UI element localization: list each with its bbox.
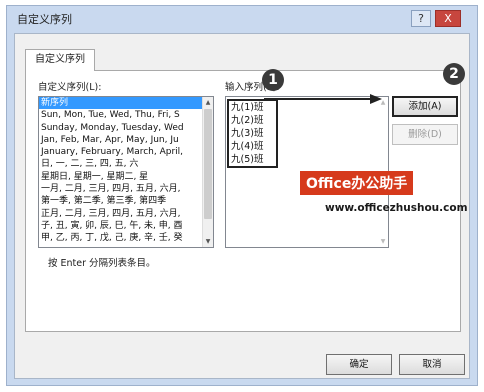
callout-badge-1: 1 — [262, 69, 284, 91]
entry-line: 九(2)班 — [231, 115, 264, 126]
ok-button[interactable]: 确定 — [326, 354, 392, 375]
add-button[interactable]: 添加(A) — [392, 96, 458, 117]
cancel-button[interactable]: 取消 — [399, 354, 465, 375]
tab-custom-lists[interactable]: 自定义序列 — [25, 49, 95, 71]
entry-line: 九(4)班 — [231, 141, 264, 152]
watermark-brand: Office办公助手 — [300, 171, 414, 195]
list-item[interactable]: 星期日, 星期一, 星期二, 星 — [39, 171, 203, 183]
arrow-right-icon — [264, 94, 382, 104]
tab-panel: 自定义序列(L): 新序列 Sun, Mon, Tue, Wed, Thu, Fr… — [25, 70, 461, 332]
list-item[interactable]: 一月, 二月, 三月, 四月, 五月, 六月, — [39, 183, 203, 195]
custom-lists-dialog: 自定义序列 ? X 自定义序列 自定义序列(L): 新序列 Sun, Mon, T… — [6, 5, 478, 386]
help-button[interactable]: ? — [411, 10, 431, 27]
list-item[interactable]: 第一季, 第二季, 第三季, 第四季 — [39, 195, 203, 207]
list-item[interactable]: 日, 一, 二, 三, 四, 五, 六 — [39, 158, 203, 170]
list-item[interactable]: Sunday, Monday, Tuesday, Wed — [39, 122, 203, 134]
entries-highlight: 九(1)班 九(2)班 九(3)班 九(4)班 九(5)班 — [227, 99, 278, 168]
list-item[interactable]: 正月, 二月, 三月, 四月, 五月, 六月, — [39, 208, 203, 220]
callout-badge-2: 2 — [443, 63, 465, 85]
title-bar: 自定义序列 ? X — [7, 6, 477, 32]
list-rows: 新序列 Sun, Mon, Tue, Wed, Thu, Fri, S Sunday… — [39, 97, 203, 245]
list-item[interactable]: 新序列 — [39, 97, 203, 110]
watermark-url: www.officezhushou.com — [325, 202, 468, 214]
list-scrollbar[interactable]: ▲ ▼ — [202, 97, 213, 247]
hint-text: 按 Enter 分隔列表条目。 — [48, 258, 156, 269]
list-item[interactable]: 甲, 乙, 丙, 丁, 戊, 己, 庚, 辛, 壬, 癸 — [39, 232, 203, 244]
custom-lists-label: 自定义序列(L): — [38, 82, 102, 93]
scroll-up-icon[interactable]: ▲ — [203, 97, 213, 108]
list-item[interactable]: January, February, March, April, — [39, 146, 203, 158]
entry-line: 九(3)班 — [231, 128, 264, 139]
close-button[interactable]: X — [435, 10, 461, 27]
scroll-down-icon[interactable]: ▼ — [203, 236, 213, 247]
list-item[interactable]: Jan, Feb, Mar, Apr, May, Jun, Ju — [39, 134, 203, 146]
entry-line: 九(5)班 — [231, 154, 264, 165]
list-item[interactable]: Sun, Mon, Tue, Wed, Thu, Fri, S — [39, 109, 203, 121]
delete-button[interactable]: 删除(D) — [392, 124, 458, 145]
entries-scroll-down-icon: ▼ — [380, 238, 386, 245]
custom-lists-listbox[interactable]: 新序列 Sun, Mon, Tue, Wed, Thu, Fri, S Sunday… — [38, 96, 214, 248]
list-item[interactable]: 子, 丑, 寅, 卯, 辰, 巳, 午, 未, 申, 酉 — [39, 220, 203, 232]
scroll-thumb[interactable] — [204, 109, 212, 219]
dialog-title: 自定义序列 — [17, 13, 72, 26]
